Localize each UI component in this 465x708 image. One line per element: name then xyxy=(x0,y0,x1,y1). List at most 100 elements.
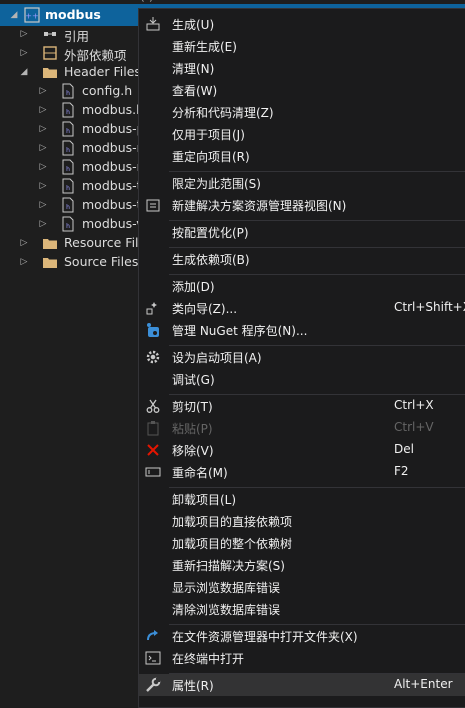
menu-item-remove[interactable]: 移除(V) Del xyxy=(139,439,465,461)
menu-item-load-dep-tree[interactable]: 加载项目的整个依赖树 xyxy=(139,532,465,554)
menu-item-shortcut: F2 xyxy=(394,464,409,478)
context-menu: 生成(U) 重新生成(E) 清理(N) 查看(W) 分析和代码清理(Z) 仅用于… xyxy=(138,8,465,708)
svg-text:h: h xyxy=(66,185,70,192)
menu-item-label: 设为启动项目(A) xyxy=(172,351,262,365)
references-icon xyxy=(44,32,56,36)
tree-item-label: Source Files xyxy=(64,254,139,269)
folder-icon xyxy=(43,258,57,268)
menu-item-unload-project[interactable]: 卸载项目(L) xyxy=(139,488,465,510)
svg-text:h: h xyxy=(66,204,70,211)
menu-item-label: 加载项目的直接依赖项 xyxy=(172,515,293,529)
collapsed-arrow-icon[interactable]: ▷ xyxy=(38,162,48,172)
project-name: modbus xyxy=(45,7,101,22)
build-icon xyxy=(146,17,160,31)
collapsed-arrow-icon[interactable]: ▷ xyxy=(38,219,48,229)
menu-item-label: 新建解决方案资源管理器视图(N) xyxy=(172,199,347,213)
menu-item-properties[interactable]: 属性(R) Alt+Enter xyxy=(139,674,465,696)
collapsed-arrow-icon[interactable]: ▷ xyxy=(19,238,29,248)
menu-item-label: 按配置优化(P) xyxy=(172,226,249,240)
menu-item-project-only[interactable]: 仅用于项目(J) xyxy=(139,123,465,145)
svg-text:h: h xyxy=(66,128,70,135)
cpp-project-icon: ++ xyxy=(24,7,40,23)
menu-item-set-startup[interactable]: 设为启动项目(A) xyxy=(139,346,465,368)
header-file-icon: h xyxy=(62,216,74,232)
menu-item-rescan-solution[interactable]: 重新扫描解决方案(S) xyxy=(139,554,465,576)
svg-text:h: h xyxy=(66,90,70,97)
menu-item-shortcut: Del xyxy=(394,442,414,456)
menu-item-label: 类向导(Z)... xyxy=(172,302,238,316)
menu-item-cut[interactable]: 剪切(T) Ctrl+X xyxy=(139,395,465,417)
folder-icon xyxy=(43,68,57,78)
menu-item-label: 移除(V) xyxy=(172,444,214,458)
collapsed-arrow-icon[interactable]: ▷ xyxy=(38,143,48,153)
menu-item-label: 管理 NuGet 程序包(N)... xyxy=(172,324,308,338)
collapsed-arrow-icon[interactable]: ▷ xyxy=(38,200,48,210)
menu-item-load-direct-deps[interactable]: 加载项目的直接依赖项 xyxy=(139,510,465,532)
header-file-icon: h xyxy=(62,159,74,175)
menu-item-label: 显示浏览数据库错误 xyxy=(172,581,281,595)
svg-text:h: h xyxy=(66,223,70,230)
menu-item-label: 属性(R) xyxy=(172,679,214,693)
svg-text:h: h xyxy=(66,166,70,173)
menu-item-pgo[interactable]: 按配置优化(P) xyxy=(139,221,465,243)
menu-item-label: 添加(D) xyxy=(172,280,215,294)
menu-item-add[interactable]: 添加(D) xyxy=(139,275,465,297)
gear-icon xyxy=(146,350,160,364)
collapsed-arrow-icon[interactable]: ▷ xyxy=(38,181,48,191)
menu-item-analyze[interactable]: 分析和代码清理(Z) xyxy=(139,101,465,123)
menu-item-label: 卸载项目(L) xyxy=(172,493,237,507)
menu-item-build[interactable]: 生成(U) xyxy=(139,13,465,35)
menu-item-class-wizard[interactable]: 类向导(Z)... Ctrl+Shift+X xyxy=(139,297,465,319)
expanded-arrow-icon[interactable]: ◢ xyxy=(9,10,19,20)
menu-item-retarget[interactable]: 重定向项目(R) xyxy=(139,145,465,167)
menu-item-rebuild[interactable]: 重新生成(E) xyxy=(139,35,465,57)
header-file-icon: h xyxy=(62,102,74,118)
class-wizard-icon xyxy=(146,302,157,315)
menu-item-open-terminal[interactable]: 在终端中打开 xyxy=(139,647,465,669)
collapsed-arrow-icon[interactable]: ▷ xyxy=(38,124,48,134)
expanded-arrow-icon[interactable]: ◢ xyxy=(19,67,29,77)
tree-item-label: Resource File xyxy=(64,235,147,250)
menu-item-rename[interactable]: 重命名(M) F2 xyxy=(139,461,465,483)
new-view-icon xyxy=(146,199,160,212)
tree-item-label: modbus-t xyxy=(82,178,142,193)
menu-item-label: 重定向项目(R) xyxy=(172,150,250,164)
collapsed-arrow-icon[interactable]: ▷ xyxy=(38,86,48,96)
menu-item-label: 粘贴(P) xyxy=(172,422,213,436)
collapsed-arrow-icon[interactable]: ▷ xyxy=(38,105,48,115)
menu-item-paste[interactable]: 粘贴(P) Ctrl+V xyxy=(139,417,465,439)
menu-item-label: 在文件资源管理器中打开文件夹(X) xyxy=(172,630,358,644)
menu-item-manage-nuget[interactable]: 管理 NuGet 程序包(N)... xyxy=(139,319,465,341)
tree-item-label: modbus.h xyxy=(82,102,145,117)
rename-icon xyxy=(145,467,161,477)
menu-item-build-dependencies[interactable]: 生成依赖项(B) xyxy=(139,248,465,270)
menu-item-shortcut: Ctrl+V xyxy=(394,420,434,434)
collapsed-arrow-icon[interactable]: ▷ xyxy=(19,48,29,58)
header-file-icon: h xyxy=(62,83,74,99)
menu-item-label: 分析和代码清理(Z) xyxy=(172,106,274,120)
menu-item-label: 调试(G) xyxy=(172,373,215,387)
collapsed-arrow-icon[interactable]: ▷ xyxy=(19,29,29,39)
menu-item-scope-to-this[interactable]: 限定为此范围(S) xyxy=(139,172,465,194)
menu-item-label: 重命名(M) xyxy=(172,466,228,480)
close-icon xyxy=(147,444,159,456)
menu-item-label: 加载项目的整个依赖树 xyxy=(172,537,293,551)
menu-item-new-explorer-view[interactable]: 新建解决方案资源管理器视图(N) xyxy=(139,194,465,216)
tree-item-label: modbus-r xyxy=(82,140,142,155)
svg-text:h: h xyxy=(66,109,70,116)
menu-item-view[interactable]: 查看(W) xyxy=(139,79,465,101)
menu-item-clean[interactable]: 清理(N) xyxy=(139,57,465,79)
menu-item-label: 查看(W) xyxy=(172,84,218,98)
menu-item-show-browse-errors[interactable]: 显示浏览数据库错误 xyxy=(139,576,465,598)
tree-item-label: modbus-r xyxy=(82,159,142,174)
menu-item-clear-browse-errors[interactable]: 清除浏览数据库错误 xyxy=(139,598,465,620)
menu-item-label: 在终端中打开 xyxy=(172,652,245,666)
collapsed-arrow-icon[interactable]: ▷ xyxy=(19,257,29,267)
tree-item-label: modbus-t xyxy=(82,197,142,212)
menu-item-open-in-explorer[interactable]: 在文件资源管理器中打开文件夹(X) xyxy=(139,625,465,647)
header-file-icon: h xyxy=(62,140,74,156)
external-deps-icon xyxy=(43,46,57,60)
tree-item-label: modbus-p xyxy=(82,121,145,136)
svg-text:h: h xyxy=(66,147,70,154)
menu-item-debug[interactable]: 调试(G) xyxy=(139,368,465,390)
